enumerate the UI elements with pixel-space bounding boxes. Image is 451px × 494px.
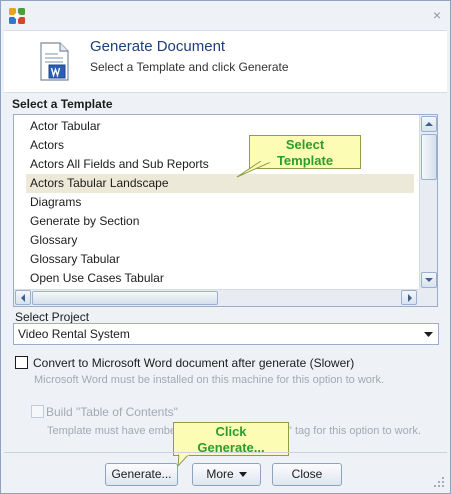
- callout-text: Select: [285, 137, 325, 152]
- dialog-subtitle: Select a Template and click Generate: [90, 60, 289, 74]
- template-item[interactable]: Open Use Cases Tabular: [30, 269, 164, 288]
- more-button-label: More: [206, 467, 234, 481]
- template-item[interactable]: Actors: [30, 136, 64, 155]
- build-toc-checkbox[interactable]: [31, 405, 44, 418]
- chevron-down-icon: [424, 332, 433, 337]
- app-logo-icon: [9, 8, 25, 24]
- arrow-up-icon: [425, 122, 433, 126]
- template-item[interactable]: Glossary Tabular: [30, 250, 120, 269]
- more-button[interactable]: More: [192, 463, 261, 486]
- close-button[interactable]: Close: [272, 463, 342, 486]
- select-project-label: Select Project: [15, 310, 90, 324]
- resize-grip-icon[interactable]: [433, 476, 445, 488]
- convert-word-checkbox[interactable]: [15, 356, 28, 369]
- build-toc-hint: Template must have embe: [47, 425, 177, 437]
- template-item[interactable]: Glossary: [30, 231, 77, 250]
- window-close-icon[interactable]: ×: [430, 8, 444, 22]
- template-item[interactable]: Actors All Fields and Sub Reports: [30, 155, 209, 174]
- arrow-right-icon: [408, 294, 412, 302]
- generate-button[interactable]: Generate...: [105, 463, 178, 486]
- click-generate-callout: Click Generate...: [173, 422, 289, 456]
- select-template-label: Select a Template: [12, 97, 113, 111]
- dialog-title: Generate Document: [90, 38, 226, 55]
- arrow-left-icon: [21, 294, 25, 302]
- footer-divider: [4, 452, 447, 453]
- title-bar: ×: [1, 1, 450, 30]
- horizontal-scroll-thumb[interactable]: [32, 291, 218, 305]
- convert-word-label[interactable]: Convert to Microsoft Word document after…: [33, 356, 354, 370]
- template-listbox[interactable]: Actor Tabular Actors Actors All Fields a…: [13, 114, 438, 307]
- vertical-scrollbar[interactable]: [419, 115, 437, 289]
- caret-down-icon: [238, 472, 247, 478]
- scroll-up-button[interactable]: [421, 116, 437, 132]
- callout-pointer: [236, 161, 274, 178]
- template-item[interactable]: Generate by Section: [30, 212, 139, 231]
- arrow-down-icon: [425, 278, 433, 282]
- scroll-right-button[interactable]: [401, 290, 417, 305]
- template-item[interactable]: Diagrams: [30, 193, 81, 212]
- build-toc-hint-end: " tag for this option to work.: [288, 425, 421, 437]
- build-toc-label: Build "Table of Contents": [46, 405, 178, 419]
- scroll-left-button[interactable]: [15, 290, 31, 305]
- convert-word-hint: Microsoft Word must be installed on this…: [34, 374, 385, 386]
- callout-text: Click: [215, 424, 247, 439]
- scroll-down-button[interactable]: [421, 272, 437, 288]
- dialog-header: Generate Document Select a Template and …: [4, 30, 447, 93]
- horizontal-scrollbar[interactable]: [14, 289, 419, 306]
- template-item[interactable]: Actor Tabular: [30, 117, 100, 136]
- word-document-icon: [40, 42, 69, 81]
- template-item-selected[interactable]: Actors Tabular Landscape: [26, 174, 414, 193]
- generate-document-dialog: × Generate Document Select a Template an…: [0, 0, 451, 494]
- project-dropdown[interactable]: Video Rental System: [13, 323, 439, 345]
- scrollbar-corner: [419, 289, 437, 306]
- vertical-scroll-thumb[interactable]: [421, 134, 437, 180]
- project-dropdown-value: Video Rental System: [18, 327, 130, 341]
